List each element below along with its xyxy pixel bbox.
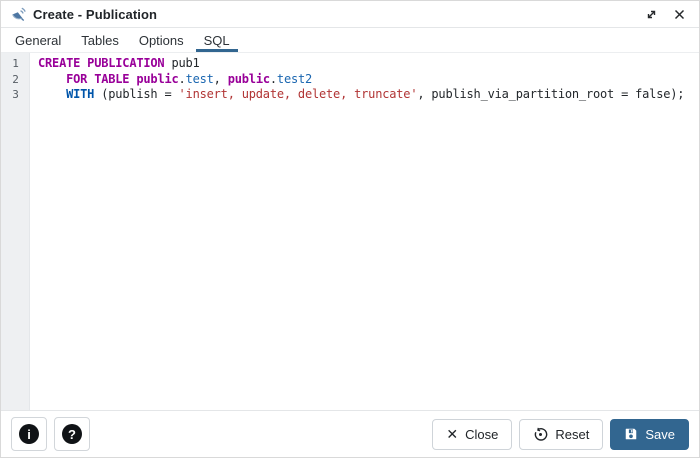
line-number: 1	[12, 57, 19, 70]
close-icon[interactable]	[669, 4, 689, 24]
code-text: FOR TABLE public.test, public.test2	[66, 71, 313, 86]
tabbar: General Tables Options SQL	[1, 28, 699, 53]
publication-icon	[11, 6, 27, 22]
tab-tables[interactable]: Tables	[73, 28, 127, 52]
code-line: 2 FOR TABLE public.test, public.test2	[1, 72, 699, 88]
code-text: WITH (publish = 'insert, update, delete,…	[66, 87, 685, 101]
tab-general[interactable]: General	[7, 28, 69, 52]
code-line: 3 WITH (publish = 'insert, update, delet…	[1, 87, 699, 103]
help-button[interactable]: ?	[54, 417, 90, 451]
save-icon	[624, 427, 638, 441]
close-x-icon: ✕	[446, 426, 459, 442]
maximize-icon[interactable]	[641, 4, 661, 24]
code-text: CREATE PUBLICATION pub1	[38, 56, 200, 70]
close-button[interactable]: ✕ Close	[432, 418, 513, 450]
tab-options[interactable]: Options	[131, 28, 192, 52]
info-button[interactable]: i	[11, 417, 47, 451]
help-icon: ?	[62, 424, 82, 444]
dialog-title: Create - Publication	[33, 6, 158, 22]
code-lines: 1 CREATE PUBLICATION pub1 2 FOR TABLE publ…	[1, 53, 699, 103]
sql-editor[interactable]: 1 CREATE PUBLICATION pub1 2 FOR TABLE publ…	[1, 53, 699, 410]
info-icon: i	[19, 424, 39, 444]
line-number: 2	[12, 72, 19, 86]
line-number: 3	[12, 88, 19, 101]
titlebar: Create - Publication	[1, 1, 699, 28]
tab-sql[interactable]: SQL	[195, 28, 238, 52]
reset-button[interactable]: Reset	[519, 418, 604, 450]
create-publication-dialog: Create - Publication General Tables Opti…	[0, 0, 700, 458]
code-line: 1 CREATE PUBLICATION pub1	[1, 56, 699, 72]
reset-icon	[533, 427, 548, 442]
line-number-gutter	[1, 53, 30, 410]
footer: i ? ✕ Close Reset Save	[1, 410, 699, 457]
save-button[interactable]: Save	[610, 418, 689, 450]
